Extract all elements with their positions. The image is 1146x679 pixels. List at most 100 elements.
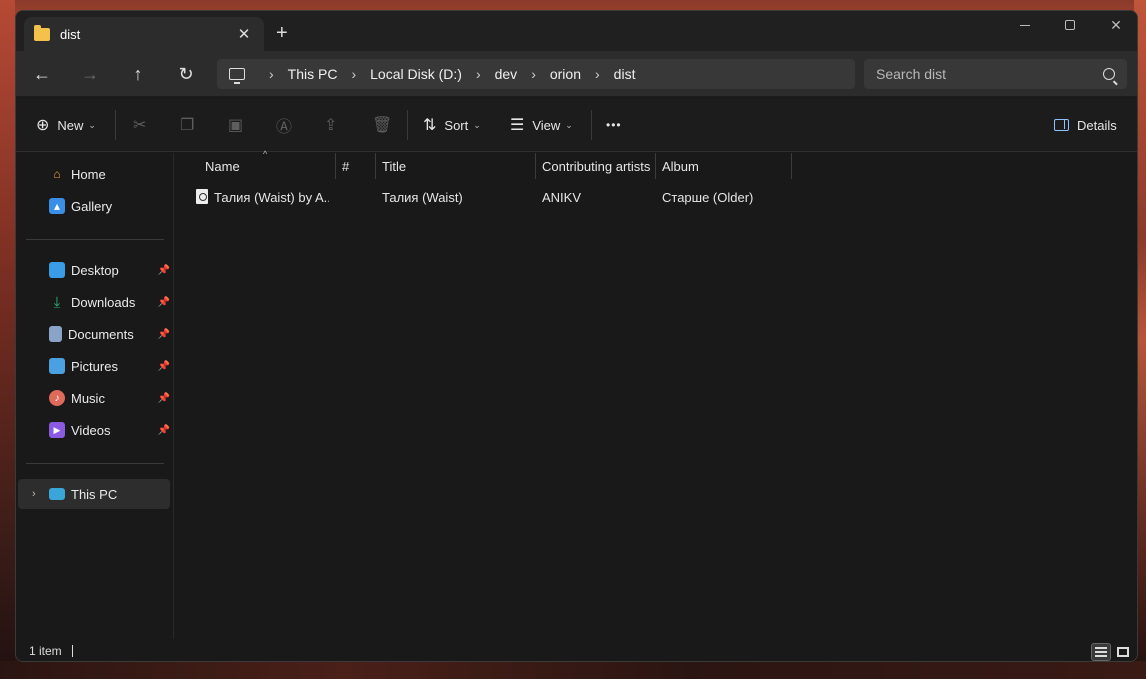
audio-file-icon: [196, 189, 208, 204]
sidebar-item-pictures[interactable]: Pictures 📌: [16, 351, 174, 381]
more-icon: •••: [606, 118, 622, 132]
pin-icon[interactable]: 📌: [158, 361, 170, 372]
paste-button[interactable]: ▣: [228, 113, 243, 137]
minimize-button[interactable]: [1002, 11, 1048, 39]
file-list: Name ^ # Title Contributing artists Albu…: [175, 149, 1137, 639]
sidebar-item-label: Home: [71, 166, 106, 182]
view-list-icon: ☰: [510, 117, 525, 134]
sort-icon: ⇅: [423, 117, 437, 134]
column-resizer[interactable]: [655, 153, 656, 179]
cut-button[interactable]: ✂: [133, 113, 146, 137]
pin-icon[interactable]: 📌: [158, 297, 170, 308]
chevron-right-icon[interactable]: ›: [32, 488, 36, 500]
pin-icon[interactable]: 📌: [158, 265, 170, 276]
breadcrumb-separator[interactable]: ›: [476, 66, 481, 82]
column-name-label: Name: [205, 158, 240, 174]
column-header-album[interactable]: Album: [662, 153, 699, 179]
share-button[interactable]: ⇪: [324, 113, 337, 137]
videos-icon: ▶: [49, 422, 65, 438]
tab-close-button[interactable]: ✕: [234, 25, 254, 43]
breadcrumb-separator[interactable]: ›: [595, 66, 600, 82]
tiles-view-button[interactable]: [1113, 643, 1133, 661]
address-bar[interactable]: › This PC › Local Disk (D:) › dev › orio…: [217, 59, 855, 89]
column-resizer[interactable]: [791, 153, 792, 179]
breadcrumb-separator[interactable]: ›: [531, 66, 536, 82]
file-title: Талия (Waist): [382, 190, 463, 205]
up-button[interactable]: ↑: [124, 62, 152, 86]
details-view-button[interactable]: [1091, 643, 1111, 661]
column-resizer[interactable]: [375, 153, 376, 179]
column-resizer[interactable]: [535, 153, 536, 179]
details-pane-button[interactable]: Details: [1054, 113, 1117, 137]
rename-button[interactable]: Ⓐ: [276, 113, 292, 137]
toolbar-divider: [115, 110, 116, 140]
maximize-button[interactable]: [1047, 11, 1093, 39]
forward-button[interactable]: →: [76, 62, 104, 86]
column-resizer[interactable]: [335, 153, 336, 179]
new-tab-button[interactable]: +: [276, 23, 288, 43]
sidebar-item-label: Pictures: [71, 358, 118, 374]
more-options-button[interactable]: •••: [606, 113, 622, 137]
chevron-down-icon: ⌄: [88, 119, 96, 130]
back-button[interactable]: ←: [28, 62, 56, 86]
sidebar-item-downloads[interactable]: ⤓ Downloads 📌: [16, 287, 174, 317]
table-row[interactable]: Талия (Waist) by A... Талия (Waist) ANIK…: [175, 185, 795, 209]
pin-icon[interactable]: 📌: [158, 425, 170, 436]
navigation-bar: ← → ↑ ↻ › This PC › Local Disk (D:) › de…: [16, 51, 1137, 97]
details-label: Details: [1077, 117, 1117, 133]
search-icon[interactable]: [1103, 68, 1115, 80]
paste-icon: ▣: [228, 117, 244, 134]
copy-icon: ❐: [180, 117, 195, 134]
breadcrumb-local-disk[interactable]: Local Disk (D:): [370, 66, 462, 82]
file-artists: ANIKV: [542, 190, 582, 205]
sidebar-item-this-pc[interactable]: › This PC: [18, 479, 170, 509]
command-bar: ⊕ New ⌄ ✂ ❐ ▣ Ⓐ ⇪ 🗑 ⇅ Sort ⌄ ☰ View ⌄ ••…: [16, 98, 1137, 152]
home-icon: ⌂: [53, 167, 61, 181]
new-button[interactable]: ⊕ New ⌄: [36, 113, 96, 137]
column-header-name[interactable]: Name: [205, 153, 240, 179]
close-window-button[interactable]: ✕: [1093, 11, 1137, 39]
sidebar-item-videos[interactable]: ▶ Videos 📌: [16, 415, 174, 445]
search-box[interactable]: [864, 59, 1127, 89]
breadcrumb-orion[interactable]: orion: [550, 66, 581, 82]
breadcrumb-dev[interactable]: dev: [495, 66, 518, 82]
breadcrumb-this-pc[interactable]: This PC: [288, 66, 338, 82]
computer-icon: [229, 68, 245, 84]
search-input[interactable]: [876, 66, 1103, 82]
title-bar: dist ✕ + ✕: [16, 11, 1137, 51]
sidebar-item-gallery[interactable]: ▴ Gallery: [16, 191, 174, 221]
pin-icon[interactable]: 📌: [158, 393, 170, 404]
navigation-pane: ⌂ Home ▴ Gallery Desktop 📌 ⤓ Downloads 📌…: [16, 153, 174, 639]
sort-ascending-icon: ^: [263, 149, 268, 159]
breadcrumb-separator[interactable]: ›: [351, 66, 356, 82]
downloads-icon: ⤓: [53, 293, 61, 311]
sidebar-item-music[interactable]: ♪ Music 📌: [16, 383, 174, 413]
delete-button[interactable]: 🗑: [372, 113, 392, 137]
pin-icon[interactable]: 📌: [158, 329, 170, 340]
refresh-button[interactable]: ↻: [172, 62, 200, 86]
wallpaper-bottom: [0, 661, 1146, 679]
column-header-title[interactable]: Title: [382, 153, 406, 179]
sidebar-item-documents[interactable]: Documents 📌: [16, 319, 174, 349]
sort-label: Sort: [444, 117, 469, 133]
column-title-label: Title: [382, 158, 407, 174]
copy-button[interactable]: ❐: [180, 113, 194, 137]
tiles-view-icon: [1117, 647, 1129, 657]
breadcrumb-dist[interactable]: dist: [614, 66, 636, 82]
sidebar-item-label: Desktop: [71, 262, 119, 278]
breadcrumb-separator: ›: [269, 66, 274, 82]
sort-button[interactable]: ⇅ Sort ⌄: [423, 113, 481, 137]
scissors-icon: ✂: [133, 117, 147, 134]
music-icon: ♪: [49, 390, 65, 406]
minimize-icon: [1020, 24, 1030, 26]
column-header-artists[interactable]: Contributing artists: [542, 153, 650, 179]
file-explorer-window: dist ✕ + ✕ ← → ↑ ↻ › This PC › Local Dis…: [15, 10, 1138, 662]
tab-dist[interactable]: dist ✕: [24, 17, 264, 51]
sidebar-item-label: Music: [71, 390, 105, 406]
sidebar-item-home[interactable]: ⌂ Home: [16, 159, 174, 189]
view-button[interactable]: ☰ View ⌄: [510, 113, 573, 137]
file-album: Старше (Older): [662, 190, 754, 205]
column-header-number[interactable]: #: [342, 153, 349, 179]
sidebar-item-desktop[interactable]: Desktop 📌: [16, 255, 174, 285]
documents-icon: [49, 326, 62, 342]
